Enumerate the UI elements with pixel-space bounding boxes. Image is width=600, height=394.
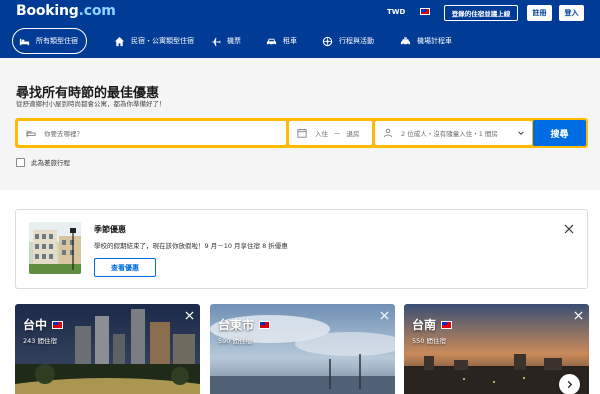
close-icon[interactable] [574,311,583,320]
destination-name: 台中 [23,316,64,333]
nav-tab-label: 所有類型住宿 [36,37,78,45]
property-count: 590 間住宿 [218,337,252,345]
destination-name: 台南 [412,316,453,333]
seasonal-deals-banner: 季節優惠 學校的假期結束了，現在該你放假啦！9 月－10 月享住宿 8 折優惠 … [15,209,588,289]
taiwan-flag-icon [441,320,453,329]
bed-icon [19,36,30,47]
taiwan-flag-icon [52,320,64,329]
nav-tab-label: 機票 [227,37,241,45]
taiwan-flag-icon [259,320,271,329]
date-picker[interactable]: 入住 — 退房 [289,121,372,145]
nav-tab-attractions[interactable]: 行程與活動 [322,28,374,54]
house-icon [114,36,125,47]
destination-name-text: 台東市 [218,318,255,332]
close-icon[interactable] [563,223,575,235]
site-header: Booking.com TWD 登錄的住宿並議上線 註冊 登入 所有類型住宿 民… [0,0,600,58]
nav-tab-label: 租車 [283,37,297,45]
business-trip-option[interactable]: 此為差旅行程 [16,157,70,167]
property-count: 550 間住宿 [412,337,446,345]
checkin-label: 入住 [315,130,328,138]
destination-placeholder: 你要去哪裡？ [44,130,83,138]
guests-summary: 2 位成人・沒有隨童入住・1 間房 [401,130,498,138]
language-flag-icon[interactable] [420,8,430,15]
close-icon[interactable] [185,311,194,320]
taxi-icon [400,36,411,47]
nav-tab-car-rentals[interactable]: 租車 [266,28,297,54]
nav-tab-flights[interactable]: 機票 [210,28,241,54]
destination-card-taichung[interactable]: 台中 243 間住宿 [15,304,200,394]
register-button[interactable]: 註冊 [527,5,552,21]
nav-tab-label: 行程與活動 [339,37,374,45]
guests-selector[interactable]: 2 位成人・沒有隨童入住・1 間房 [375,121,532,145]
promo-description: 學校的假期結束了，現在該你放假啦！9 月－10 月享住宿 8 折優惠 [94,242,288,250]
bed-outline-icon [26,128,36,138]
booking-logo[interactable]: Booking.com [16,3,116,19]
car-icon [266,36,277,47]
destination-name-text: 台中 [23,318,48,332]
checkout-label: 退房 [346,130,360,138]
property-count: 243 間住宿 [23,337,57,345]
main-nav: 所有類型住宿 民宿・公寓類型住宿 機票 租車 行程與活動 機場計程車 [0,26,600,58]
search-button[interactable]: 搜尋 [533,120,586,146]
chevron-down-icon [518,131,524,135]
promo-image [29,222,81,274]
nav-tab-stays[interactable]: 所有類型住宿 [12,28,87,54]
top-bar: Booking.com TWD 登錄的住宿並議上線 註冊 登入 [0,0,600,26]
destination-input[interactable]: 你要去哪裡？ [18,121,286,145]
close-icon[interactable] [380,311,389,320]
page-subtitle: 從舒適鄉村小屋到時尚都會公寓，都為你準備好了！ [16,100,166,108]
logo-main: Booking [16,3,79,19]
promo-title: 季節優惠 [94,225,126,234]
chevron-right-icon [567,380,573,389]
nav-tab-label: 民宿・公寓類型住宿 [131,37,194,45]
date-separator: — [334,129,341,137]
carousel-next-button[interactable] [559,374,580,394]
list-property-button[interactable]: 登錄的住宿並議上線 [444,5,518,21]
plane-icon [210,36,221,47]
login-button[interactable]: 登入 [559,5,584,21]
search-hero: 尋找所有時節的最佳優惠 從舒適鄉村小屋到時尚都會公寓，都為你準備好了！ 你要去哪… [0,58,600,190]
business-trip-checkbox[interactable] [16,157,25,167]
nav-tab-airport-taxis[interactable]: 機場計程車 [400,28,452,54]
view-deals-button[interactable]: 查看優惠 [94,258,156,277]
calendar-icon [297,128,307,138]
business-trip-label: 此為差旅行程 [31,159,70,167]
destination-name-text: 台南 [412,318,437,332]
destination-card-taitung[interactable]: 台東市 590 間住宿 [210,304,395,394]
currency-selector[interactable]: TWD [387,8,405,16]
nav-tab-homes[interactable]: 民宿・公寓類型住宿 [114,28,194,54]
attractions-icon [322,36,333,47]
destination-name: 台東市 [218,316,271,333]
nav-tab-label: 機場計程車 [417,37,452,45]
logo-tld: .com [78,3,116,19]
person-icon [383,128,393,138]
search-bar: 你要去哪裡？ 入住 — 退房 2 位成人・沒有隨童入住・1 間房 搜尋 [15,118,588,148]
